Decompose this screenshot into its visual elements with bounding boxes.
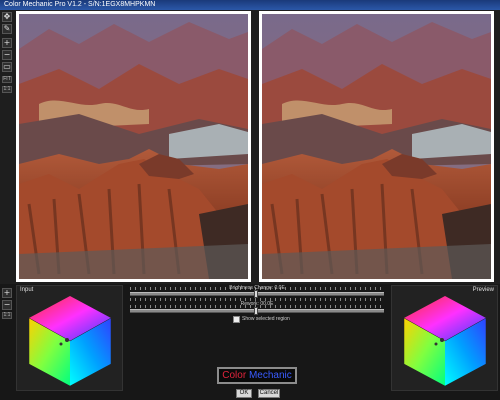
show-selected-checkbox[interactable] [233, 316, 240, 323]
preview-image-panel[interactable] [259, 11, 494, 282]
fit-view-icon[interactable]: ▭ [2, 62, 12, 72]
input-color-cube-panel[interactable]: Input [16, 285, 123, 391]
logo-word-color: Color [222, 370, 247, 381]
window-title-bar: Color Mechanic Pro V1.2 - S/N:1EGX8MHPKM… [0, 0, 500, 10]
show-selected-label: Show selected region [242, 316, 290, 322]
cube-zoom-out-icon[interactable]: − [2, 300, 12, 310]
input-image[interactable] [19, 14, 248, 279]
actual-size-button[interactable]: 1:1 [2, 86, 12, 93]
eyedropper-tool-icon[interactable]: ✎ [2, 24, 12, 34]
fit-button[interactable]: FIT [2, 76, 12, 83]
input-image-panel[interactable] [16, 11, 251, 282]
canyon-photo [19, 14, 248, 279]
color-mechanic-logo: Color Mechanic [217, 367, 297, 384]
cube-actual-size-button[interactable]: 1:1 [2, 312, 12, 319]
window-title: Color Mechanic Pro V1.2 - S/N:1EGX8MHPKM… [4, 1, 156, 8]
preview-label: Preview [472, 287, 494, 293]
cube-zoom-in-icon[interactable]: + [2, 288, 12, 298]
preview-color-cube-panel[interactable]: Preview [391, 285, 498, 391]
rework-slider-thumb[interactable] [254, 307, 258, 315]
move-tool-icon[interactable]: ✥ [2, 12, 12, 22]
cancel-button[interactable]: Cancel [258, 389, 280, 398]
preview-color-cube[interactable] [398, 294, 492, 388]
logo-word-mechanic: Mechanic [248, 370, 292, 381]
input-color-cube[interactable] [23, 294, 117, 388]
ok-button[interactable]: OK [236, 389, 252, 398]
preview-image[interactable] [262, 14, 491, 279]
canyon-photo-preview [262, 14, 491, 279]
zoom-out-icon[interactable]: − [2, 50, 12, 60]
brightness-slider-thumb[interactable] [254, 290, 258, 298]
zoom-in-icon[interactable]: + [2, 38, 12, 48]
input-label: Input [20, 287, 34, 293]
